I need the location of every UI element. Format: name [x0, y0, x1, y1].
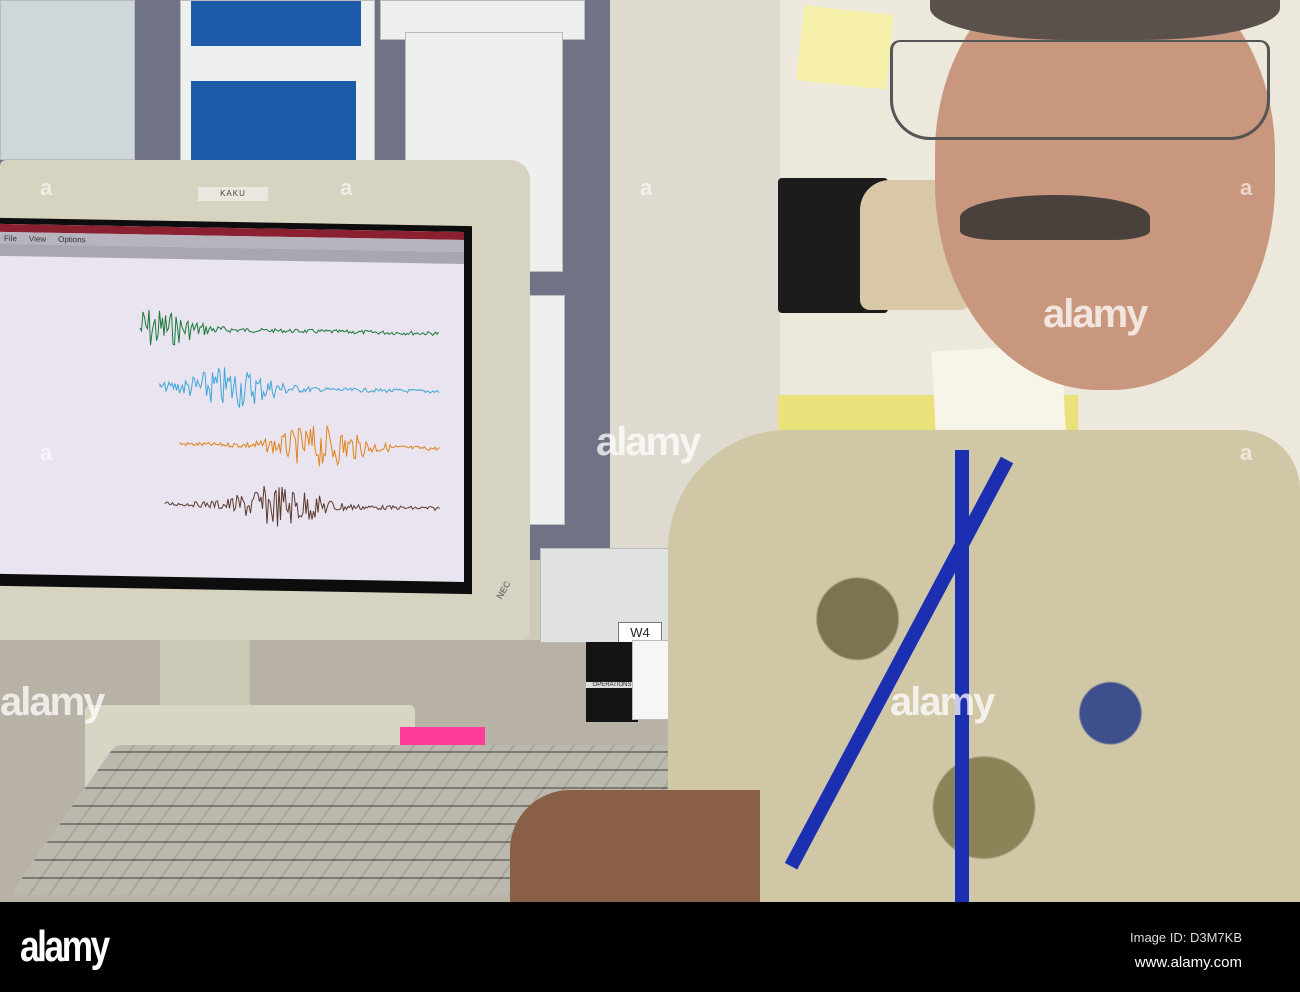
menu-file[interactable]: File	[4, 233, 17, 242]
seismogram-plot	[139, 309, 440, 527]
person-arm	[510, 790, 760, 902]
seismic-trace	[164, 485, 440, 527]
pen-holder: OPERATIONS	[586, 642, 638, 722]
watermark-glyph: a	[340, 175, 353, 200]
pen-holder-label: OPERATIONS	[586, 682, 638, 688]
image-id: Image ID: D3M7KB	[1130, 930, 1242, 945]
monitor-label: KAKU	[198, 187, 268, 201]
footer-bar: alamy Image ID: D3M7KB www.alamy.com	[0, 902, 1300, 992]
hawaii-map-poster	[180, 0, 375, 171]
alamy-logo[interactable]: alamy	[20, 922, 110, 972]
watermark-glyph: a	[40, 175, 53, 200]
eyeglasses	[890, 40, 1270, 140]
photo-scene: File View Options KAKU NEC W4 OPERATIONS…	[0, 0, 1300, 902]
menu-options[interactable]: Options	[58, 234, 86, 243]
watermark: alamy	[1043, 292, 1148, 336]
site-url[interactable]: www.alamy.com	[1135, 954, 1242, 971]
watermark: alamy	[890, 680, 995, 724]
watermark-glyph: a	[1240, 440, 1253, 465]
watermark-glyph: a	[640, 175, 653, 200]
watermark-glyph: a	[40, 440, 53, 465]
watermark-glyph: a	[1240, 175, 1253, 200]
sticky-note	[796, 5, 894, 90]
seismic-trace	[139, 309, 439, 346]
seismic-trace	[159, 367, 440, 409]
monitor: File View Options	[0, 160, 530, 640]
seismic-trace	[179, 425, 440, 467]
map-poster	[0, 0, 135, 160]
mustache	[960, 195, 1150, 240]
watermark: alamy	[0, 680, 105, 724]
monitor-screen: File View Options	[0, 217, 472, 595]
menu-view[interactable]: View	[29, 234, 46, 243]
watermark: alamy	[596, 420, 701, 464]
